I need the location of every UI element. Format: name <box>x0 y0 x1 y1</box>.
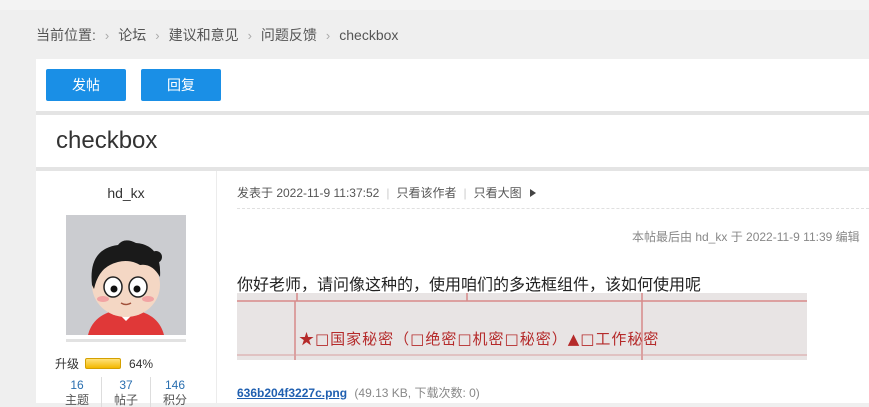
separator: | <box>386 185 390 200</box>
attachment: 636b204f3227c.png (49.13 KB, 下载次数: 0) <box>237 384 480 401</box>
stat-label: 积分 <box>162 393 187 407</box>
thread-toolbar: 发帖 回复 <box>36 59 869 111</box>
breadcrumb-link-forum[interactable]: 论坛 <box>118 25 146 45</box>
avatar-underline <box>66 339 186 342</box>
attachment-link[interactable]: 636b204f3227c.png <box>237 386 347 400</box>
large-image-link[interactable]: 只看大图 <box>474 184 522 201</box>
post-image[interactable]: ★□国家秘密（□绝密□机密□秘密）▲□工作秘密 <box>237 293 807 360</box>
thread-title: checkbox <box>56 127 158 154</box>
only-author-link[interactable]: 只看该作者 <box>396 184 456 201</box>
post-container: hd_kx 升级 64% 16 主题 37 帖子 146 积分 发表于 2022… <box>36 171 869 407</box>
post-body: 你好老师，请问像这种的，使用咱们的多选框组件，该如何使用呢 <box>237 277 702 294</box>
author-panel: hd_kx 升级 64% 16 主题 37 帖子 146 积分 <box>36 171 217 407</box>
stat-label: 主题 <box>64 393 89 407</box>
chevron-right-icon: › <box>247 27 252 43</box>
chevron-right-icon: › <box>325 27 331 43</box>
form-photo-text: ★□国家秘密（□绝密□机密□秘密）▲□工作秘密 <box>299 330 660 348</box>
edited-note: 本帖最后由 hd_kx 于 2022-11-9 11:39 编辑 <box>632 230 860 244</box>
breadcrumb-link-suggestions[interactable]: 建议和意见 <box>169 25 239 45</box>
level-percent: 64% <box>129 356 154 371</box>
top-strip <box>0 0 869 10</box>
breadcrumb: 当前位置: › 论坛 › 建议和意见 › 问题反馈 › checkbox <box>36 26 398 44</box>
author-name[interactable]: hd_kx <box>36 185 216 201</box>
breadcrumb-link-current[interactable]: checkbox <box>339 27 398 43</box>
level-label: 升级 <box>55 357 80 371</box>
level-progress: 升级 64% <box>55 355 153 372</box>
avatar-illustration <box>66 215 186 335</box>
breadcrumb-link-feedback[interactable]: 问题反馈 <box>261 25 317 45</box>
thread-title-bar: checkbox <box>36 115 869 167</box>
stat-value: 16 <box>70 378 84 392</box>
breadcrumb-prefix: 当前位置: <box>36 27 96 43</box>
chevron-right-icon: › <box>155 27 160 43</box>
attachment-info: (49.13 KB, 下载次数: 0) <box>354 386 480 400</box>
new-post-button[interactable]: 发帖 <box>46 69 126 101</box>
post-timestamp: 发表于 2022-11-9 11:37:52 <box>237 186 380 200</box>
play-arrow-icon[interactable] <box>529 188 536 197</box>
stat-value: 146 <box>164 378 186 392</box>
level-progress-bar <box>85 358 122 369</box>
stat-label: 帖子 <box>113 393 138 407</box>
reply-button[interactable]: 回复 <box>141 69 221 101</box>
form-photo <box>237 293 807 360</box>
post-meta: 发表于 2022-11-9 11:37:52 | 只看该作者 | 只看大图 <box>237 184 536 201</box>
chevron-right-icon: › <box>104 27 110 43</box>
stat-value: 37 <box>119 378 133 392</box>
avatar[interactable] <box>66 215 186 335</box>
dashed-divider <box>237 208 869 209</box>
separator: | <box>463 185 467 200</box>
